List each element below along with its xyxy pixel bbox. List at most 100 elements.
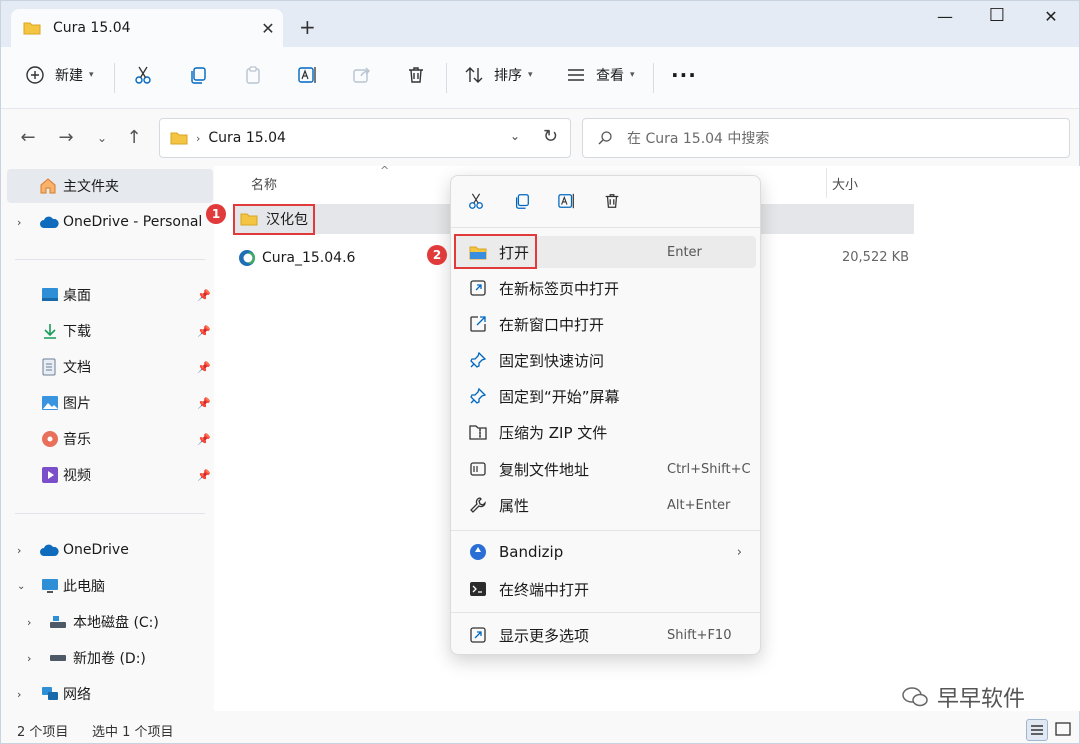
menu-item-bandizip[interactable]: Bandizip ›	[455, 536, 756, 568]
chevron-down-icon[interactable]: ⌄	[17, 581, 25, 592]
menu-item-open-new-window[interactable]: 在新窗口中打开	[455, 308, 756, 340]
copy-icon[interactable]	[513, 192, 531, 210]
sidebar-item-label: 桌面	[63, 288, 91, 304]
view-button[interactable]: 查看 ▾	[566, 65, 635, 85]
chevron-right-icon[interactable]: ›	[17, 688, 21, 701]
tab-close-icon[interactable]: ✕	[253, 19, 283, 38]
chevron-right-icon[interactable]: ›	[17, 544, 21, 557]
menu-item-copy-path[interactable]: 复制文件地址 Ctrl+Shift+C	[455, 453, 756, 485]
menu-item-label: 显示更多选项	[499, 626, 590, 645]
explorer-window: Cura 15.04 ✕ + — ☐ ✕ 新建 ▾ 排序 ▾ 查看 ▾ ··· …	[0, 0, 1080, 744]
recent-locations-chevron-icon[interactable]: ⌄	[89, 131, 115, 145]
watermark-text: 早早软件	[937, 687, 1026, 712]
home-icon	[39, 177, 57, 195]
view-label: 查看	[596, 68, 624, 84]
menu-item-properties[interactable]: 属性 Alt+Enter	[455, 489, 756, 521]
forward-icon[interactable]: →	[53, 127, 79, 148]
pin-icon	[469, 351, 487, 369]
chevron-right-icon[interactable]: ›	[17, 216, 21, 229]
search-box[interactable]: 在 Cura 15.04 中搜索	[582, 118, 1070, 158]
sidebar-item-label: 下载	[63, 324, 91, 340]
more-options-button[interactable]: ···	[671, 63, 697, 87]
cut-icon[interactable]	[133, 65, 153, 85]
cloud-icon	[39, 215, 59, 229]
chevron-down-icon: ▾	[89, 70, 94, 80]
sidebar-item-onedrive[interactable]: › OneDrive	[1, 533, 213, 567]
chevron-down-icon: ▾	[528, 70, 533, 80]
menu-item-label: 属性	[499, 496, 530, 515]
minimize-button[interactable]: —	[925, 7, 965, 26]
sidebar-item-home[interactable]: 主文件夹	[7, 169, 213, 203]
chevron-right-icon[interactable]: ›	[27, 616, 31, 629]
cura-app-icon	[238, 249, 256, 267]
sidebar-item-documents[interactable]: 文档 📌	[1, 350, 213, 384]
sort-button[interactable]: 排序 ▾	[464, 65, 533, 85]
sidebar-item-label: 主文件夹	[63, 179, 119, 195]
menu-item-label: 固定到“开始”屏幕	[499, 387, 620, 406]
copy-icon[interactable]	[188, 65, 208, 85]
toolbar-divider	[653, 63, 654, 93]
sort-label: 排序	[494, 68, 522, 84]
menu-item-show-more-options[interactable]: 显示更多选项 Shift+F10	[455, 619, 756, 651]
breadcrumb[interactable]: Cura 15.04	[208, 130, 286, 146]
new-tab-button[interactable]: +	[299, 15, 316, 39]
sidebar-item-label: 此电脑	[63, 579, 105, 595]
tab-cura[interactable]: Cura 15.04 ✕	[11, 9, 283, 47]
cut-icon[interactable]	[467, 192, 485, 210]
column-header-size[interactable]: 大小	[832, 174, 858, 193]
sidebar-item-music[interactable]: 音乐 📌	[1, 422, 213, 456]
back-icon[interactable]: ←	[15, 127, 41, 148]
menu-item-open-terminal[interactable]: 在终端中打开	[455, 573, 756, 605]
sidebar-item-label: 新加卷 (D:)	[73, 651, 146, 667]
chevron-right-icon[interactable]: ›	[27, 652, 31, 665]
sidebar-item-onedrive-personal[interactable]: › OneDrive - Personal	[1, 205, 213, 239]
navigation-pane: 主文件夹 › OneDrive - Personal 桌面 📌 下载 📌 文档 …	[1, 166, 213, 711]
music-icon	[41, 430, 59, 448]
sidebar-item-pictures[interactable]: 图片 📌	[1, 386, 213, 420]
drive-icon	[49, 652, 67, 664]
sidebar-item-drive-d[interactable]: › 新加卷 (D:)	[1, 641, 213, 675]
sidebar-item-videos[interactable]: 视频 📌	[1, 458, 213, 492]
column-divider	[826, 168, 827, 198]
up-icon[interactable]: ↑	[121, 127, 147, 148]
share-icon[interactable]	[352, 65, 372, 85]
search-input[interactable]: 在 Cura 15.04 中搜索	[627, 128, 769, 148]
menu-divider	[451, 530, 760, 531]
refresh-icon[interactable]: ↻	[543, 126, 558, 147]
rename-icon[interactable]	[297, 65, 319, 85]
menu-item-open-new-tab[interactable]: 在新标签页中打开	[455, 272, 756, 304]
column-header-name[interactable]: 名称	[251, 174, 277, 193]
menu-item-shortcut: Enter	[667, 244, 702, 260]
sidebar-divider	[15, 513, 205, 514]
tiles-view-button[interactable]	[1053, 719, 1075, 741]
chevron-right-icon: ›	[736, 544, 742, 560]
delete-icon[interactable]	[406, 65, 426, 85]
delete-icon[interactable]	[603, 192, 621, 210]
menu-divider	[451, 227, 760, 228]
pin-icon: 📌	[197, 360, 211, 374]
menu-item-pin-quick-access[interactable]: 固定到快速访问	[455, 344, 756, 376]
chevron-down-icon[interactable]: ⌄	[510, 129, 520, 143]
new-tab-icon	[469, 279, 487, 297]
watermark: 早早软件	[901, 681, 1025, 713]
sidebar-item-downloads[interactable]: 下载 📌	[1, 314, 213, 348]
download-icon	[41, 322, 59, 340]
title-bar: Cura 15.04 ✕ + — ☐ ✕	[1, 1, 1079, 47]
rename-icon[interactable]	[557, 192, 577, 210]
new-button[interactable]: 新建 ▾	[25, 65, 94, 85]
details-view-button[interactable]	[1026, 719, 1048, 741]
sidebar-item-this-pc[interactable]: ⌄ 此电脑	[1, 569, 213, 603]
copy-path-icon	[469, 460, 487, 478]
sidebar-item-drive-c[interactable]: › 本地磁盘 (C:)	[1, 605, 213, 639]
address-bar[interactable]: › Cura 15.04 ⌄ ↻	[159, 118, 571, 158]
paste-icon[interactable]	[243, 65, 263, 85]
sidebar-item-network[interactable]: › 网络	[1, 677, 213, 711]
menu-item-compress-zip[interactable]: 压缩为 ZIP 文件	[455, 416, 756, 448]
maximize-button[interactable]: ☐	[977, 5, 1017, 26]
status-bar: 2 个项目 选中 1 个项目	[1, 715, 1079, 744]
close-button[interactable]: ✕	[1031, 7, 1071, 26]
tab-title: Cura 15.04	[53, 20, 131, 36]
menu-item-pin-start[interactable]: 固定到“开始”屏幕	[455, 380, 756, 412]
file-name: Cura_15.04.6	[262, 250, 356, 266]
sidebar-item-desktop[interactable]: 桌面 📌	[1, 278, 213, 312]
